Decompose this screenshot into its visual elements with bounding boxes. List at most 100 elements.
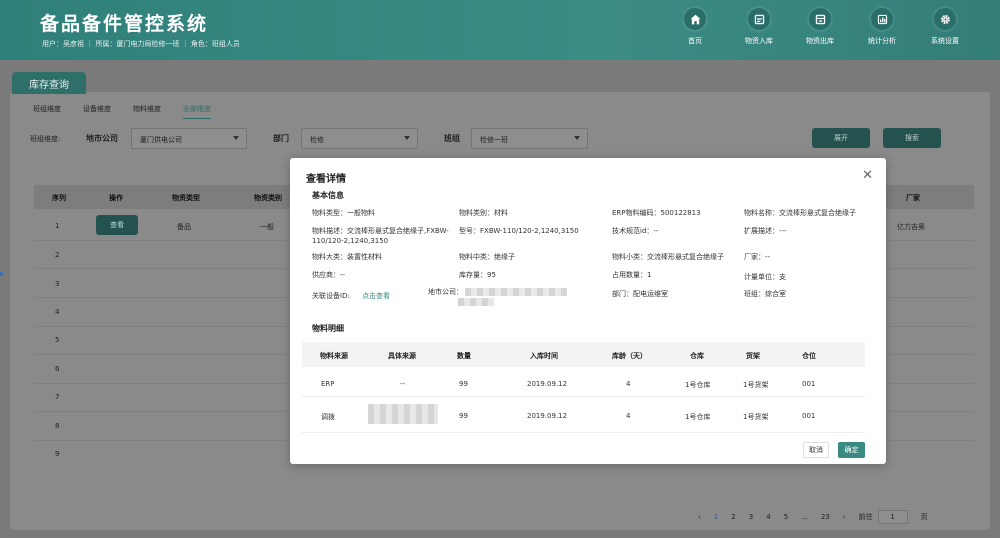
nav-home[interactable]: 首页	[665, 8, 725, 46]
cancel-button[interactable]: 取消	[803, 442, 829, 458]
prev-page-button[interactable]: ‹	[698, 513, 701, 521]
subtab-all[interactable]: 全部维度	[183, 104, 211, 119]
nav-inbound[interactable]: 物资入库	[729, 8, 789, 46]
field-supplier: 供应商：--	[312, 271, 346, 279]
redacted-source	[368, 404, 438, 424]
next-page-button[interactable]: ›	[843, 513, 846, 521]
detail-cell: 1号仓库	[685, 381, 711, 389]
page-1[interactable]: 1	[714, 513, 718, 521]
field-model: 型号：FXBW-110/120-2,1240,3150	[459, 227, 579, 235]
home-icon	[684, 8, 706, 30]
page-5[interactable]: 5	[784, 513, 788, 521]
row-index: 5	[55, 336, 60, 344]
edge-marker	[0, 272, 3, 276]
field-mid-class: 物料中类：绝缘子	[459, 253, 515, 261]
field-team: 班组：综合室	[744, 290, 786, 298]
row-index: 9	[55, 450, 60, 458]
dcol-slot: 仓位	[802, 352, 816, 360]
nav-settings[interactable]: 系统设置	[915, 8, 975, 46]
field-material-type: 物料类型：一般物料	[312, 209, 375, 217]
close-icon[interactable]: ✕	[862, 168, 873, 183]
field-city: 地市公司：	[428, 287, 568, 307]
row-index: 1	[55, 222, 60, 230]
chevron-down-icon	[233, 136, 239, 140]
dcol-shelf: 货架	[746, 352, 760, 360]
field-maker: 厂家：--	[744, 253, 771, 261]
expand-button[interactable]: 展开	[812, 128, 870, 148]
col-action: 操作	[109, 194, 123, 202]
field-erp-code: ERP物料编码：500122813	[612, 209, 701, 217]
view-button[interactable]: 查看	[96, 215, 138, 235]
cell-category: 一般	[260, 223, 274, 231]
detail-cell: 4	[626, 412, 631, 420]
field-material-category: 物料类别：材料	[459, 209, 508, 217]
page-2[interactable]: 2	[731, 513, 735, 521]
app-header: 备品备件管控系统 用户：吴彦祖 ｜ 所属：厦门电力局检修一班 ｜ 角色：班组人员…	[0, 0, 1000, 60]
field-material-name: 物料名称：交流棒形悬式复合绝缘子	[744, 209, 856, 217]
col-category: 物资类别	[254, 194, 282, 202]
detail-cell: 1号货架	[743, 381, 769, 389]
row-index: 6	[55, 365, 60, 373]
col-type: 物资类型	[172, 194, 200, 202]
city-label: 地市公司	[86, 134, 118, 143]
col-index: 序列	[52, 194, 66, 202]
page-3[interactable]: 3	[749, 513, 753, 521]
team-label: 班组	[444, 134, 460, 143]
field-minor-class: 物料小类：交流棒形悬式复合绝缘子	[612, 253, 724, 261]
subtab-material[interactable]: 物料维度	[133, 104, 161, 119]
view-device-link[interactable]: 点击查看	[362, 292, 390, 300]
field-unit: 计量单位：支	[744, 273, 786, 281]
detail-row-divider	[302, 396, 865, 397]
detail-cell-redacted	[368, 404, 438, 424]
detail-cell: 2019.09.12	[527, 380, 568, 388]
detail-cell: 99	[459, 380, 468, 388]
page-ellipsis: ...	[801, 513, 808, 521]
subtab-device[interactable]: 设备维度	[83, 104, 111, 119]
dcol-warehouse: 仓库	[690, 352, 704, 360]
field-dept: 部门：配电运维室	[612, 290, 668, 298]
detail-modal: 查看详情 ✕ 基本信息 物料类型：一般物料 物料类别：材料 ERP物料编码：50…	[290, 158, 886, 464]
row-index: 7	[55, 393, 60, 401]
dcol-inbound-time: 入库时间	[530, 352, 558, 360]
filter-row: 班组维度: 地市公司 厦门供电公司 部门 检修 班组 检修一班 展开 搜索	[30, 128, 970, 150]
dcol-source: 物料来源	[320, 352, 348, 360]
app-title: 备品备件管控系统	[40, 13, 209, 35]
row-index: 3	[55, 280, 60, 288]
field-description: 物料描述：交流棒形悬式复合绝缘子,FXBW-110/120-2,1240,315…	[312, 227, 449, 245]
team-select-value: 检修一班	[480, 136, 508, 144]
team-select[interactable]: 检修一班	[471, 128, 588, 149]
linked-device-label: 关联设备ID:	[312, 292, 350, 300]
page-suffix: 页	[920, 513, 928, 521]
nav-stats[interactable]: 统计分析	[852, 8, 912, 46]
field-ext-desc: 扩展描述：---	[744, 227, 787, 235]
subtab-team[interactable]: 班组维度	[33, 104, 61, 119]
search-button[interactable]: 搜索	[883, 128, 941, 148]
section-tab-inventory[interactable]: 库存查询	[12, 72, 86, 94]
city-select[interactable]: 厦门供电公司	[131, 128, 247, 149]
detail-cell: 99	[459, 412, 468, 420]
gear-icon	[934, 8, 956, 30]
dcol-quantity: 数量	[457, 352, 471, 360]
field-linked-device: 关联设备ID: 点击查看	[312, 291, 390, 301]
goto-page-input[interactable]: 1	[877, 510, 908, 524]
field-spec-id: 技术规范id：--	[612, 227, 659, 235]
outbound-icon	[809, 8, 831, 30]
cell-type: 备品	[177, 223, 191, 231]
nav-outbound[interactable]: 物资出库	[790, 8, 850, 46]
detail-cell: 2019.09.12	[527, 412, 568, 420]
nav-label: 物资入库	[745, 37, 773, 45]
nav-label: 系统设置	[931, 37, 959, 45]
nav-label: 物资出库	[806, 37, 834, 45]
page-4[interactable]: 4	[766, 513, 770, 521]
nav-label: 统计分析	[868, 37, 896, 45]
dcol-age: 库龄（天）	[612, 352, 647, 360]
page-23[interactable]: 23	[821, 513, 830, 521]
row-index: 2	[55, 251, 60, 259]
detail-cell: 001	[802, 412, 816, 420]
dept-select[interactable]: 检修	[301, 128, 418, 149]
user-info: 用户：吴彦祖 ｜ 所属：厦门电力局检修一班 ｜ 角色：班组人员	[42, 40, 240, 48]
detail-cell: 4	[626, 380, 631, 388]
ok-button[interactable]: 确定	[838, 442, 865, 458]
modal-title: 查看详情	[306, 174, 346, 185]
city-select-value: 厦门供电公司	[140, 136, 182, 144]
